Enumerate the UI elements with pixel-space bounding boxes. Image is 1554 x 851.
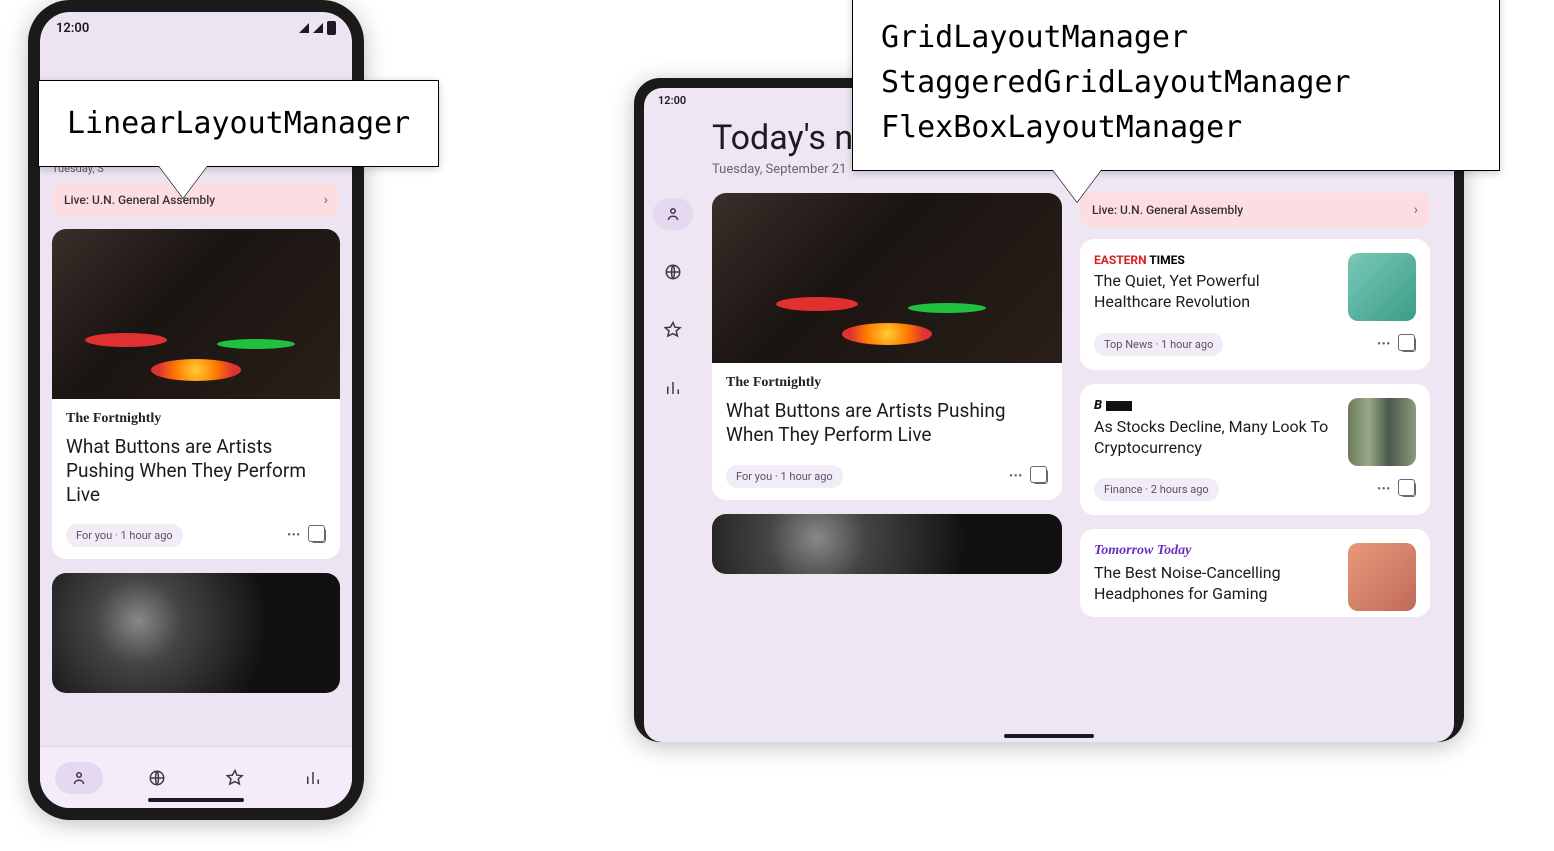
- tablet-screen: 12:00 Today's news Tuesday, September 21: [644, 88, 1454, 742]
- more-icon[interactable]: •••: [1009, 471, 1023, 482]
- news-chip: For you · 1 hour ago: [726, 465, 843, 488]
- news-card-image: [52, 229, 340, 399]
- news-grid: The Fortnightly What Buttons are Artists…: [712, 193, 1430, 631]
- news-chip: Finance · 2 hours ago: [1094, 478, 1219, 501]
- callout-line: GridLayoutManager: [881, 15, 1471, 60]
- nav-star[interactable]: [211, 762, 259, 794]
- callout-tail-icon: [159, 166, 207, 198]
- collections-icon[interactable]: [311, 528, 326, 543]
- battery-icon: [327, 21, 336, 35]
- news-card[interactable]: [52, 573, 340, 693]
- callout-text: LinearLayoutManager: [67, 106, 410, 141]
- phone-clock: 12:00: [56, 21, 89, 36]
- phone-bottom-nav: [40, 746, 352, 808]
- grid-col-1: The Fortnightly What Buttons are Artists…: [712, 193, 1062, 631]
- collections-icon[interactable]: [1401, 337, 1416, 352]
- signal-icon: [313, 23, 323, 33]
- more-icon[interactable]: •••: [1377, 339, 1391, 350]
- news-headline: What Buttons are Artists Pushing When Th…: [726, 399, 1048, 447]
- news-source: B: [1094, 398, 1336, 413]
- news-source: The Fortnightly: [726, 375, 1048, 391]
- news-thumbnail: [1348, 543, 1416, 611]
- callout-tail-icon: [1053, 170, 1101, 202]
- news-thumbnail: [1348, 253, 1416, 321]
- gesture-pill[interactable]: [1004, 734, 1094, 738]
- live-banner[interactable]: Live: U.N. General Assembly ›: [1080, 193, 1430, 227]
- collections-icon[interactable]: [1401, 482, 1416, 497]
- chevron-right-icon: ›: [324, 192, 328, 208]
- news-card-image: [52, 573, 340, 693]
- sidebar-stats[interactable]: [653, 372, 693, 404]
- sidebar-star[interactable]: [653, 314, 693, 346]
- callout-line: StaggeredGridLayoutManager: [881, 60, 1471, 105]
- nav-foryou[interactable]: [55, 762, 103, 794]
- news-card[interactable]: [712, 514, 1062, 574]
- sidebar-foryou[interactable]: [653, 198, 693, 230]
- more-icon[interactable]: •••: [287, 530, 301, 541]
- phone-statusbar: 12:00: [40, 12, 352, 44]
- news-headline: As Stocks Decline, Many Look To Cryptocu…: [1094, 417, 1336, 459]
- news-headline: What Buttons are Artists Pushing When Th…: [66, 435, 326, 506]
- news-card[interactable]: The Fortnightly What Buttons are Artists…: [52, 229, 340, 559]
- wifi-icon: [299, 23, 309, 33]
- news-card-image: [712, 193, 1062, 363]
- callout-label-linear: LinearLayoutManager: [38, 80, 439, 167]
- news-card[interactable]: The Fortnightly What Buttons are Artists…: [712, 193, 1062, 500]
- grid-col-2: Live: U.N. General Assembly › EASTERN TI…: [1080, 193, 1430, 631]
- more-icon[interactable]: •••: [1377, 484, 1391, 495]
- news-source: EASTERN TIMES: [1094, 253, 1336, 267]
- news-card-small[interactable]: B As Stocks Decline, Many Look To Crypto…: [1080, 384, 1430, 515]
- news-card-image: [712, 514, 1062, 574]
- news-chip: For you · 1 hour ago: [66, 524, 183, 547]
- news-card-small[interactable]: EASTERN TIMES The Quiet, Yet Powerful He…: [1080, 239, 1430, 370]
- live-banner-text: Live: U.N. General Assembly: [1092, 203, 1243, 217]
- nav-stats[interactable]: [289, 762, 337, 794]
- news-card-small[interactable]: Tomorrow Today The Best Noise-Cancelling…: [1080, 529, 1430, 617]
- phone-status-icons: [299, 21, 336, 35]
- collections-icon[interactable]: [1033, 469, 1048, 484]
- tablet-device-frame: 12:00 Today's news Tuesday, September 21: [634, 78, 1464, 742]
- news-source: The Fortnightly: [66, 411, 326, 427]
- callout-label-grid: GridLayoutManager StaggeredGridLayoutMan…: [852, 0, 1500, 171]
- callout-line: FlexBoxLayoutManager: [881, 105, 1471, 150]
- news-chip: Top News · 1 hour ago: [1094, 333, 1223, 356]
- nav-world[interactable]: [133, 762, 181, 794]
- sidebar-world[interactable]: [653, 256, 693, 288]
- chevron-right-icon: ›: [1414, 202, 1418, 218]
- gesture-pill[interactable]: [148, 798, 244, 802]
- tablet-sidebar: [644, 88, 702, 742]
- tablet-clock: 12:00: [658, 94, 686, 107]
- news-headline: The Quiet, Yet Powerful Healthcare Revol…: [1094, 271, 1336, 313]
- news-source: Tomorrow Today: [1094, 543, 1336, 559]
- news-headline: The Best Noise-Cancelling Headphones for…: [1094, 563, 1336, 605]
- news-thumbnail: [1348, 398, 1416, 466]
